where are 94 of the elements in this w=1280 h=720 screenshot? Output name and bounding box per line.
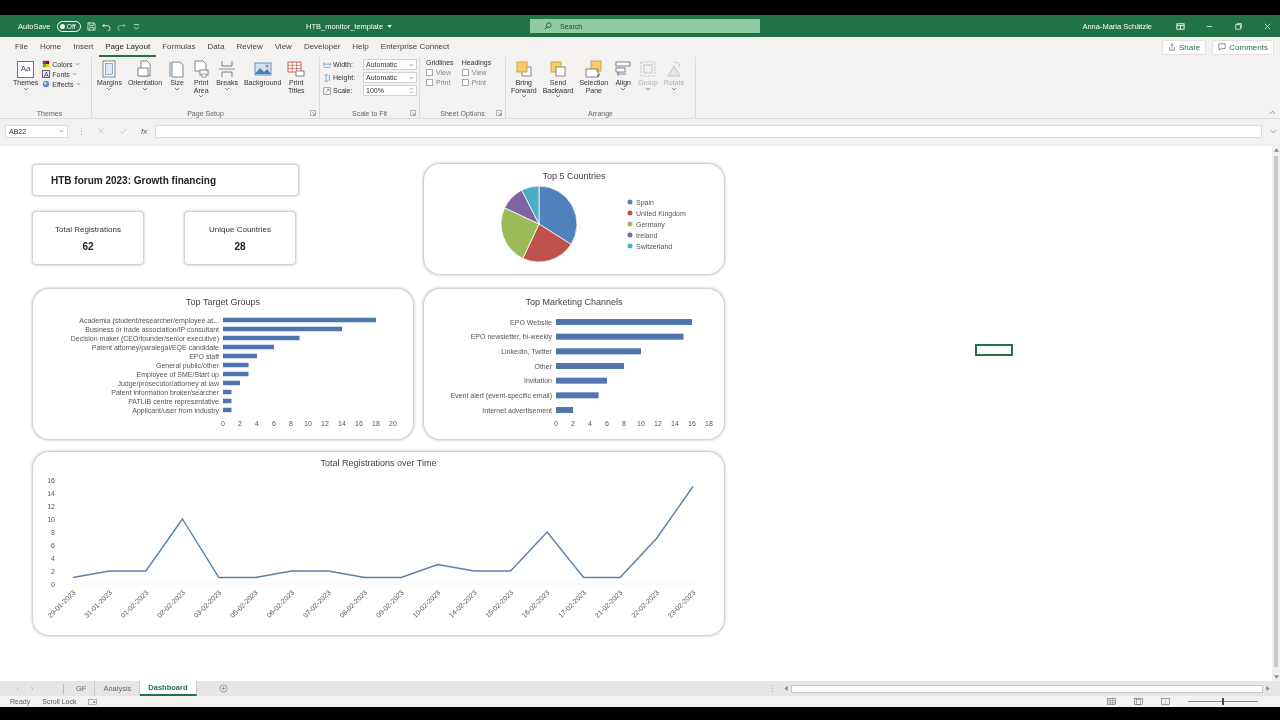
kpi-value: 28 — [234, 240, 246, 252]
stacked-squares-icon — [549, 60, 568, 78]
group-icon — [638, 60, 657, 78]
horizontal-scrollbar[interactable] — [784, 684, 1270, 693]
vertical-scrollbar[interactable] — [1272, 146, 1280, 681]
bar — [223, 398, 232, 404]
caret-icon — [409, 62, 414, 67]
kpi-value: 62 — [82, 240, 94, 252]
bar — [556, 363, 624, 369]
selected-cell[interactable] — [975, 344, 1013, 356]
kpi-label: Unique Countries — [209, 224, 271, 234]
restore-icon[interactable] — [1234, 21, 1243, 31]
caret-icon[interactable] — [387, 24, 393, 28]
checkbox[interactable] — [461, 69, 469, 76]
caret-icon — [22, 86, 29, 91]
add-sheet-icon[interactable] — [218, 684, 228, 693]
scale-icon — [323, 86, 331, 95]
ribbon-display-icon[interactable] — [1176, 21, 1185, 31]
menu-tab[interactable]: View — [268, 37, 298, 57]
menu-tab[interactable]: Data — [201, 37, 231, 57]
previous-sheet-icon[interactable] — [15, 685, 21, 692]
bar — [556, 407, 573, 413]
bar — [223, 362, 249, 368]
scroll-up-icon[interactable] — [1273, 148, 1279, 152]
page-margins-icon — [100, 60, 119, 78]
formula-input[interactable] — [155, 124, 1262, 138]
checkbox[interactable] — [426, 69, 433, 76]
search-icon — [544, 22, 552, 30]
checkbox[interactable] — [461, 79, 469, 86]
bar — [556, 392, 599, 399]
width-icon — [323, 60, 331, 69]
comment-icon — [1218, 43, 1227, 51]
chart-title: Top Target Groups — [186, 296, 260, 308]
checkbox[interactable] — [426, 79, 433, 86]
caret-icon — [59, 129, 64, 133]
menu-tab[interactable]: Developer — [297, 37, 347, 57]
save-icon[interactable] — [86, 21, 96, 31]
bar — [223, 353, 257, 359]
menu-tab[interactable]: Page Layout — [99, 37, 157, 57]
page-break-icon — [218, 60, 237, 78]
chart-title: Top 5 Countries — [542, 170, 606, 182]
menu-tab[interactable]: Review — [230, 37, 269, 57]
bar — [223, 407, 232, 413]
comments-button[interactable]: Comments — [1212, 39, 1274, 55]
bar — [223, 371, 249, 377]
macro-recording-icon[interactable] — [88, 698, 98, 705]
table-icon — [287, 60, 306, 78]
insert-function-button[interactable]: fx — [141, 126, 148, 136]
page-icon — [168, 60, 187, 78]
page-layout-view-icon[interactable] — [1134, 698, 1143, 705]
page-break-view-icon[interactable] — [1161, 698, 1170, 705]
stacked-squares-icon — [514, 60, 533, 78]
bar — [223, 389, 232, 395]
dashboard-title: HTB forum 2023: Growth financing — [33, 165, 298, 195]
rotate-icon — [665, 60, 683, 78]
scroll-left-icon[interactable] — [784, 686, 788, 691]
share-button[interactable]: Share — [1161, 39, 1207, 55]
menu-tab[interactable]: Insert — [67, 37, 100, 57]
normal-view-icon[interactable] — [1107, 698, 1116, 705]
color-squares-icon — [42, 60, 51, 68]
scroll-right-icon[interactable] — [1266, 686, 1270, 691]
kpi-label: Total Registrations — [55, 224, 121, 234]
menu-tab[interactable]: Formulas — [156, 37, 202, 57]
expand-icon[interactable] — [1270, 128, 1277, 134]
dialog-launcher-icon[interactable] — [310, 110, 316, 116]
selection-pane-icon — [584, 60, 603, 78]
menu-tab[interactable]: Help — [346, 37, 375, 57]
redo-icon[interactable] — [116, 21, 126, 31]
menu-tab[interactable]: Home — [33, 37, 68, 57]
dialog-launcher-icon[interactable] — [410, 110, 416, 116]
image-icon — [253, 60, 272, 78]
dialog-launcher-icon[interactable] — [496, 110, 502, 116]
collapse-ribbon-icon[interactable] — [1269, 110, 1276, 115]
bar — [556, 377, 607, 384]
customize-caret-icon[interactable] — [131, 21, 141, 31]
scroll-down-icon[interactable] — [1273, 675, 1279, 679]
chart-title: Top Marketing Channels — [525, 296, 623, 308]
close-icon[interactable] — [1263, 21, 1272, 31]
chart-title: Total Registrations over Time — [320, 457, 437, 469]
next-sheet-icon[interactable] — [29, 685, 35, 692]
spinner-arrows-icon — [409, 87, 414, 94]
height-icon — [323, 73, 331, 82]
menu-tab[interactable]: File — [9, 37, 34, 57]
page-printer-icon — [192, 60, 211, 78]
share-icon — [1167, 43, 1176, 51]
undo-icon[interactable] — [101, 21, 111, 31]
cancel-icon[interactable] — [97, 127, 105, 135]
menu-tab[interactable]: Enterprise Connect — [374, 37, 456, 57]
check-icon[interactable] — [119, 127, 127, 135]
bar — [223, 344, 274, 350]
bar — [223, 380, 240, 386]
align-icon — [614, 60, 633, 78]
effects-icon — [42, 80, 51, 88]
caret-icon — [409, 75, 414, 80]
